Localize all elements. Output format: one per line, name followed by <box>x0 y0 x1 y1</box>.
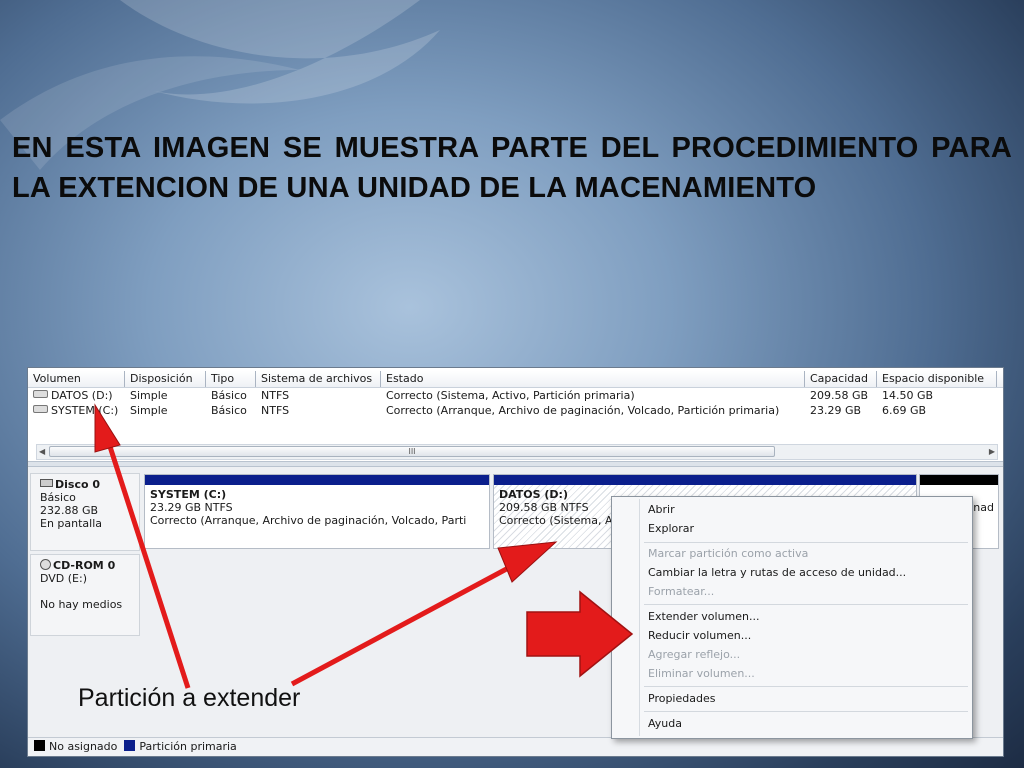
horizontal-scrollbar[interactable]: ◀ III ▶ <box>36 444 998 460</box>
scrollbar-thumb[interactable]: III <box>49 446 775 457</box>
unallocated-bar <box>920 475 998 485</box>
menu-item-cambiar-letra[interactable]: Cambiar la letra y rutas de acceso de un… <box>648 564 906 582</box>
legend: No asignado Partición primaria <box>28 737 1003 756</box>
partition-system[interactable]: SYSTEM (C:) 23.29 GB NTFS Correcto (Arranq… <box>144 474 490 549</box>
primary-partition-bar <box>494 475 916 485</box>
cdrom-0-label[interactable]: CD-ROM 0 DVD (E:) No hay medios <box>30 554 140 636</box>
menu-item-extender-volumen[interactable]: Extender volumen... <box>648 608 760 626</box>
column-header[interactable]: Tipo <box>206 371 256 387</box>
cell: 14.50 GB <box>882 389 934 402</box>
context-menu: Abrir Explorar Marcar partición como act… <box>611 496 973 739</box>
cell: Básico <box>211 404 247 417</box>
slide-title: EN ESTA IMAGEN SE MUESTRA PARTE DEL PROC… <box>12 132 1012 204</box>
unallocated-swatch <box>34 740 45 751</box>
table-row[interactable]: SYSTEM (C:) Simple Básico NTFS Correcto … <box>28 403 1003 418</box>
column-header[interactable]: Espacio disponible <box>877 371 997 387</box>
cell: 6.69 GB <box>882 404 927 417</box>
disk-icon <box>40 479 53 487</box>
menu-item-ayuda[interactable]: Ayuda <box>648 715 682 733</box>
disk-0-label[interactable]: Disco 0 Básico 232.88 GB En pantalla <box>30 473 140 551</box>
cell: 23.29 GB <box>810 404 862 417</box>
menu-separator <box>644 604 968 605</box>
cell: 209.58 GB <box>810 389 869 402</box>
menu-item-propiedades[interactable]: Propiedades <box>648 690 715 708</box>
menu-item-formatear[interactable]: Formatear... <box>648 583 714 601</box>
volume-name: DATOS (D:) <box>51 389 113 402</box>
cell: Correcto (Arranque, Archivo de paginació… <box>386 404 780 417</box>
column-header[interactable]: Capacidad <box>805 371 877 387</box>
menu-item-explorar[interactable]: Explorar <box>648 520 694 538</box>
column-header[interactable]: Disposición <box>125 371 206 387</box>
cell: Simple <box>130 404 168 417</box>
column-header[interactable]: Sistema de archivos <box>256 371 381 387</box>
cell: Correcto (Sistema, Activo, Partición pri… <box>386 389 635 402</box>
drive-icon <box>33 390 48 398</box>
cell: NTFS <box>261 389 290 402</box>
menu-item-abrir[interactable]: Abrir <box>648 501 675 519</box>
drive-icon <box>33 405 48 413</box>
cell: Básico <box>211 389 247 402</box>
column-header[interactable]: Estado <box>381 371 805 387</box>
menu-item-reducir-volumen[interactable]: Reducir volumen... <box>648 627 751 645</box>
menu-separator <box>644 686 968 687</box>
menu-item-marcar-activa[interactable]: Marcar partición como activa <box>648 545 808 563</box>
menu-separator <box>644 542 968 543</box>
cell: NTFS <box>261 404 290 417</box>
volume-name: SYSTEM (C:) <box>51 404 119 417</box>
cd-icon <box>40 559 51 570</box>
volume-table-header: Volumen Disposición Tipo Sistema de arch… <box>28 371 1003 388</box>
cell: Simple <box>130 389 168 402</box>
menu-item-agregar-reflejo[interactable]: Agregar reflejo... <box>648 646 740 664</box>
menu-item-eliminar-volumen[interactable]: Eliminar volumen... <box>648 665 755 683</box>
primary-partition-bar <box>145 475 489 485</box>
scroll-right-icon[interactable]: ▶ <box>989 445 995 459</box>
annotation-label: Partición a extender <box>78 684 301 712</box>
scroll-left-icon[interactable]: ◀ <box>39 445 45 459</box>
table-row[interactable]: DATOS (D:) Simple Básico NTFS Correcto (… <box>28 388 1003 403</box>
primary-swatch <box>124 740 136 751</box>
menu-separator <box>644 711 968 712</box>
column-header[interactable]: Volumen <box>28 371 125 387</box>
